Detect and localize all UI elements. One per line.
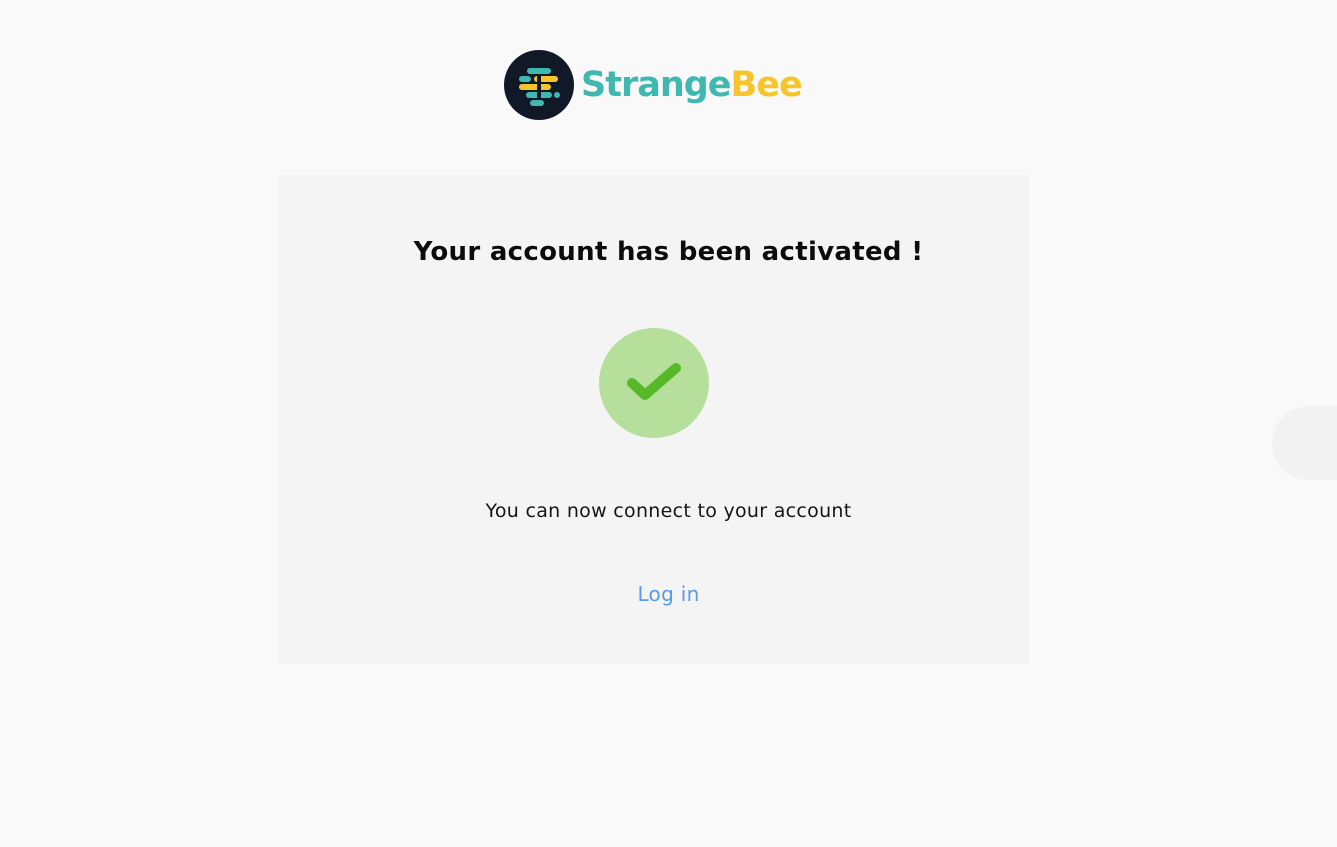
page-title: Your account has been activated ! — [413, 237, 924, 267]
login-link-container: Log in — [0, 581, 1337, 607]
brand-name-bee: Bee — [730, 65, 803, 105]
login-link[interactable]: Log in — [637, 582, 699, 606]
brand-logo: StrangeBee — [504, 50, 803, 120]
brand-name-strange: Strange — [581, 65, 732, 105]
activation-message: You can now connect to your account — [485, 500, 852, 522]
activation-page: StrangeBee Your account has been activat… — [0, 0, 1337, 847]
brand-name: StrangeBee — [581, 50, 803, 120]
strangebee-logo-icon — [504, 50, 574, 120]
side-panel-handle[interactable] — [1272, 406, 1337, 480]
check-circle-icon — [599, 328, 709, 438]
